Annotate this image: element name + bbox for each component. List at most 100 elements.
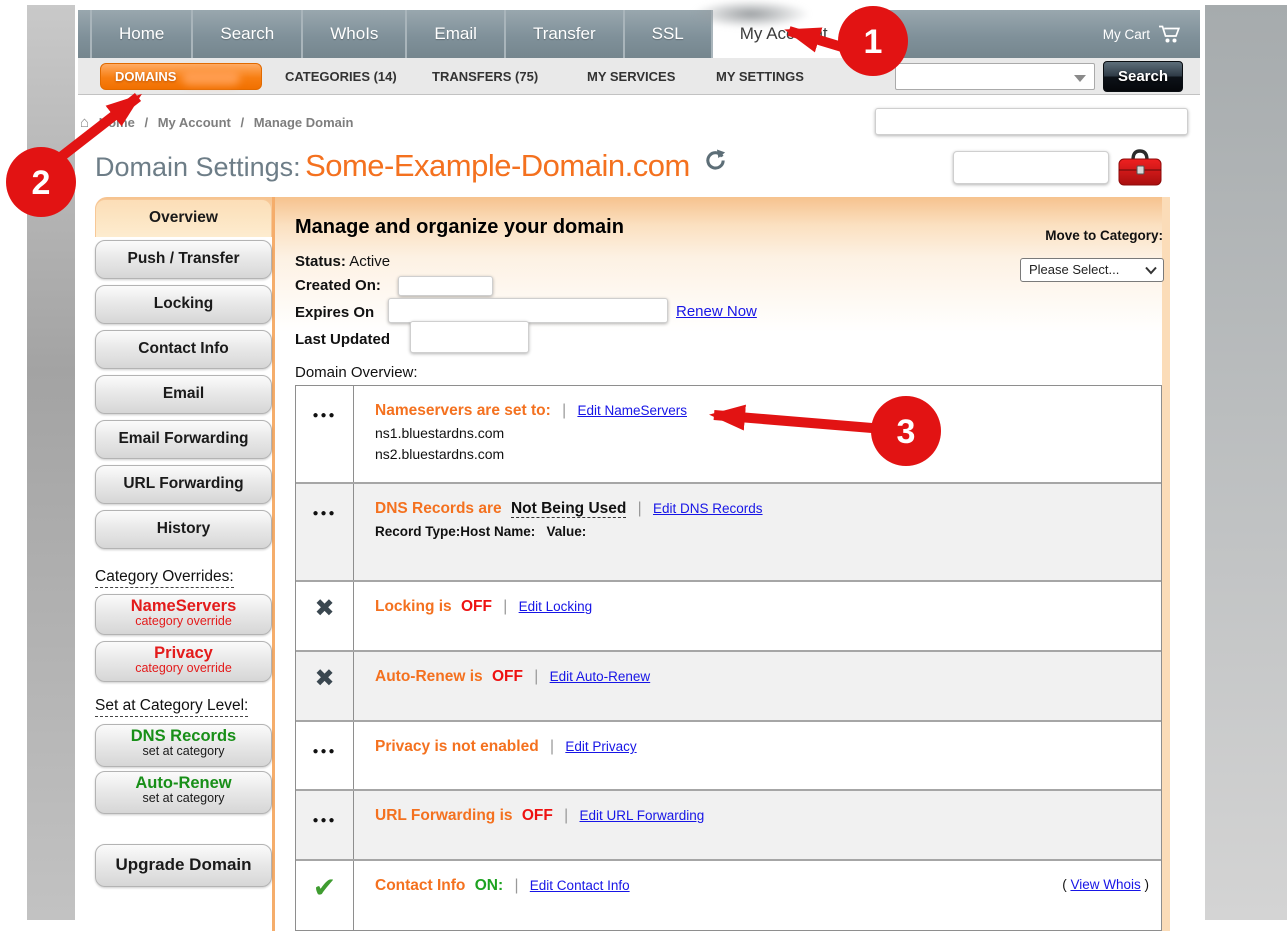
nav-tab-whois[interactable]: WhoIs (301, 10, 405, 58)
move-to-category-label: Move to Category: (1045, 228, 1163, 243)
expires-on-label: Expires On (295, 304, 374, 321)
overview-row-url-forwarding: ●●● URL Forwarding is OFF | Edit URL For… (296, 791, 1161, 861)
breadcrumb: ⌂ Home / My Account / Manage Domain (80, 114, 353, 131)
sidebar-tab-locking[interactable]: Locking (95, 285, 272, 324)
sidebar-tab-email-forwarding[interactable]: Email Forwarding (95, 420, 272, 459)
nav-tab-search[interactable]: Search (191, 10, 301, 58)
row-title: Auto-Renew is (375, 668, 483, 685)
row-status: Not Being Used (511, 500, 626, 518)
overview-row-privacy: ●●● Privacy is not enabled | Edit Privac… (296, 722, 1161, 791)
home-icon: ⌂ (80, 114, 89, 131)
row-status: ON: (475, 877, 503, 894)
sidebar-tab-email[interactable]: Email (95, 375, 272, 414)
breadcrumb-my-account[interactable]: My Account (158, 115, 231, 130)
sidebar-category-dns-records[interactable]: DNS Records set at category (95, 724, 272, 767)
domain-name: Some-Example-Domain.com (305, 148, 690, 183)
top-nav: Home Search WhoIs Email Transfer SSL My … (78, 10, 1200, 58)
cart-icon (1158, 24, 1184, 44)
domain-search-combobox[interactable] (895, 63, 1095, 90)
subnav-my-services[interactable]: MY SERVICES (587, 58, 675, 95)
panel-divider (272, 197, 275, 931)
subnav-transfers[interactable]: TRANSFERS (75) (432, 58, 538, 95)
panel-right-edge (1162, 197, 1170, 931)
overview-row-contact-info: ✔ Contact Info ON: | Edit Contact Info (… (296, 861, 1161, 931)
breadcrumb-home[interactable]: Home (99, 115, 135, 130)
sidebar-tab-url-forwarding[interactable]: URL Forwarding (95, 465, 272, 504)
sidebar-override-nameservers[interactable]: NameServers category override (95, 594, 272, 635)
my-cart[interactable]: My Cart (1103, 10, 1184, 58)
dots-icon: ●●● (296, 508, 353, 519)
edit-nameservers-link[interactable]: Edit NameServers (577, 403, 687, 418)
redacted-created-date (398, 276, 493, 296)
x-icon: ✖ (296, 594, 353, 623)
edit-privacy-link[interactable]: Edit Privacy (565, 739, 636, 754)
overview-row-auto-renew: ✖ Auto-Renew is OFF | Edit Auto-Renew (296, 652, 1161, 722)
subnav-my-settings[interactable]: MY SETTINGS (716, 58, 804, 95)
subnav-domains-button[interactable]: DOMAINS (100, 63, 262, 90)
domain-search-input[interactable] (900, 66, 1070, 87)
row-title: Privacy is not enabled (375, 738, 539, 755)
overview-row-locking: ✖ Locking is OFF | Edit Locking (296, 582, 1161, 652)
redacted-box-title (953, 151, 1109, 184)
dots-icon: ●●● (296, 746, 353, 757)
sidebar-tab-history[interactable]: History (95, 510, 272, 549)
my-cart-label: My Cart (1103, 27, 1150, 42)
right-gutter (1205, 5, 1287, 920)
edit-auto-renew-link[interactable]: Edit Auto-Renew (550, 669, 651, 684)
redacted-expires-date (388, 298, 668, 323)
domain-overview-label: Domain Overview: (295, 364, 418, 381)
redacted-count (182, 70, 240, 85)
edit-dns-records-link[interactable]: Edit DNS Records (653, 501, 763, 516)
section-heading: Manage and organize your domain (295, 216, 624, 239)
view-whois-link[interactable]: View Whois (1070, 877, 1140, 892)
page-title-prefix: Domain Settings: (95, 152, 301, 182)
set-at-category-label: Set at Category Level: (95, 697, 248, 715)
row-title: Nameservers are set to: (375, 402, 551, 419)
sidebar-tab-contact-info[interactable]: Contact Info (95, 330, 272, 369)
category-overrides-label: Category Overrides: (95, 568, 234, 586)
edit-contact-info-link[interactable]: Edit Contact Info (530, 878, 630, 893)
search-button[interactable]: Search (1103, 61, 1183, 92)
redacted-updated-date (410, 321, 529, 353)
row-status: OFF (461, 598, 492, 615)
redacted-box-top (875, 108, 1188, 135)
edit-url-forwarding-link[interactable]: Edit URL Forwarding (579, 808, 704, 823)
sidebar-tab-push-transfer[interactable]: Push / Transfer (95, 240, 272, 279)
status-line: Status: Active (295, 253, 390, 270)
refresh-icon[interactable] (704, 149, 727, 177)
nav-tab-transfer[interactable]: Transfer (504, 10, 623, 58)
overview-row-dns-records: ●●● DNS Records are Not Being Used | Edi… (296, 484, 1161, 582)
row-title: URL Forwarding is (375, 807, 513, 824)
row-status: OFF (522, 807, 553, 824)
category-select-value: Please Select... (1029, 262, 1119, 277)
breadcrumb-manage-domain: Manage Domain (254, 115, 354, 130)
sidebar-tab-overview[interactable]: Overview (95, 199, 272, 237)
nav-tab-home[interactable]: Home (90, 10, 191, 58)
sidebar-override-privacy[interactable]: Privacy category override (95, 641, 272, 682)
row-status: OFF (492, 668, 523, 685)
dots-icon: ●●● (296, 815, 353, 826)
x-icon: ✖ (296, 664, 353, 693)
breadcrumb-separator: / (241, 115, 245, 130)
row-title: DNS Records are (375, 500, 502, 517)
row-title: Contact Info (375, 877, 465, 894)
subnav-categories[interactable]: CATEGORIES (14) (285, 58, 397, 95)
nav-tab-email[interactable]: Email (405, 10, 504, 58)
check-icon: ✔ (296, 871, 353, 904)
page: Home Search WhoIs Email Transfer SSL My … (0, 0, 1287, 931)
category-select[interactable]: Please Select... (1020, 258, 1164, 282)
overview-row-nameservers: ●●● Nameservers are set to: | Edit NameS… (296, 386, 1161, 484)
sidebar-category-auto-renew[interactable]: Auto-Renew set at category (95, 771, 272, 814)
combobox-dropdown-icon[interactable] (1074, 75, 1086, 82)
redacted-smudge (692, 0, 810, 28)
edit-locking-link[interactable]: Edit Locking (519, 599, 593, 614)
record-headers: Record Type:Host Name: Value: (375, 524, 1143, 539)
renew-now-link[interactable]: Renew Now (676, 303, 757, 320)
left-gutter (27, 5, 75, 920)
nameserver-1: ns1.bluestardns.com (375, 425, 1143, 441)
upgrade-domain-button[interactable]: Upgrade Domain (95, 844, 272, 887)
status-value: Active (349, 253, 390, 270)
toolbox-icon[interactable] (1117, 147, 1163, 187)
last-updated-label: Last Updated (295, 331, 390, 348)
created-on-label: Created On: (295, 277, 381, 294)
